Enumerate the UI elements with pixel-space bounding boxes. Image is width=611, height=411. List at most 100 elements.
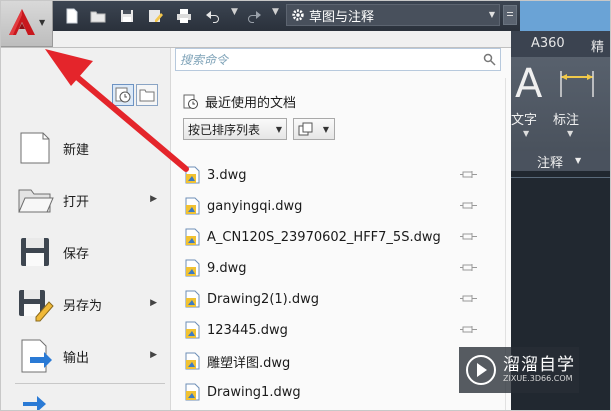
display-mode-dropdown[interactable]: ▼ <box>293 118 335 140</box>
recent-documents-button[interactable] <box>112 84 134 106</box>
chevron-down-icon: ▼ <box>322 125 329 134</box>
dwg-file-icon <box>185 228 200 246</box>
text-tool-icon[interactable]: A <box>515 61 542 107</box>
pin-icon[interactable] <box>460 170 478 179</box>
document-view-toggles <box>112 84 158 106</box>
submenu-arrow-icon: ▶ <box>150 194 157 204</box>
dimension-tool-label[interactable]: 标注 <box>553 109 579 128</box>
list-item[interactable]: A_CN120S_23970602_HFF7_5S.dwg <box>183 224 483 250</box>
text-tool-label[interactable]: 文字 <box>511 109 537 128</box>
recent-clock-icon <box>115 87 131 103</box>
search-icon[interactable] <box>483 53 496 66</box>
save-as-icon[interactable] <box>146 7 164 24</box>
chevron-down-icon: ▼ <box>275 125 282 134</box>
list-item[interactable]: ganyingqi.dwg <box>183 193 483 219</box>
dwg-file-icon <box>185 290 200 308</box>
gear-icon <box>291 8 305 22</box>
tab-a360[interactable]: A360 <box>531 36 565 51</box>
list-item[interactable]: 9.dwg <box>183 255 483 281</box>
list-item[interactable]: 123445.dwg <box>183 317 483 343</box>
file-name: 3.dwg <box>207 167 247 183</box>
autocad-window: ▼ ▼ 草图与注释 ▼ ▼ A360 精 A 文字 ▼ 标注 ▼ 注释 ▼ 新建… <box>0 0 611 411</box>
pin-icon[interactable] <box>460 201 478 210</box>
tab-partial[interactable]: 精 <box>591 36 604 55</box>
file-name: 9.dwg <box>207 260 247 276</box>
dwg-file-icon <box>185 383 200 401</box>
undo-icon[interactable] <box>204 7 222 24</box>
file-name: A_CN120S_23970602_HFF7_5S.dwg <box>207 229 441 245</box>
open-documents-button[interactable] <box>136 84 158 106</box>
customize-toolbar-button[interactable] <box>503 5 517 25</box>
canvas-ruler <box>511 177 610 178</box>
recent-documents-header: 最近使用的文档 <box>183 92 296 111</box>
open-icon[interactable] <box>89 7 107 24</box>
chevron-down-icon: ▼ <box>488 10 495 19</box>
publish-icon[interactable] <box>17 392 47 411</box>
command-export[interactable]: 输出 ▶ <box>15 334 165 378</box>
recent-documents-title: 最近使用的文档 <box>205 96 297 111</box>
application-menu: 新建 打开 ▶ 保存 另存为 ▶ 输出 ▶ 搜索命令 最近使用的文档 按已排序列… <box>1 47 511 411</box>
save-icon[interactable] <box>118 7 136 24</box>
redo-dropdown-icon[interactable]: ▼ <box>272 7 279 17</box>
search-input[interactable]: 搜索命令 <box>175 48 501 71</box>
command-save-as[interactable]: 另存为 ▶ <box>15 282 165 326</box>
save-disk-icon <box>15 232 55 272</box>
title-bar <box>520 1 610 31</box>
export-arrow-icon <box>15 336 55 376</box>
list-item[interactable]: Drawing2(1).dwg <box>183 286 483 312</box>
list-item[interactable]: Drawing1.dwg <box>183 379 483 405</box>
open-folder-icon <box>15 180 55 220</box>
file-name: ganyingqi.dwg <box>207 198 303 214</box>
new-icon[interactable] <box>63 7 81 24</box>
command-label: 打开 <box>63 194 90 210</box>
view-mode-icon <box>298 122 313 136</box>
ribbon-tab-bar: A360 精 <box>511 31 610 57</box>
file-name: 雕塑详图.dwg <box>207 355 291 371</box>
file-name: Drawing1.dwg <box>207 384 301 400</box>
command-open[interactable]: 打开 ▶ <box>15 178 165 222</box>
command-label: 保存 <box>63 246 90 262</box>
quick-access-toolbar: ▼ ▼ 草图与注释 ▼ <box>1 1 610 31</box>
folder-icon <box>139 89 155 102</box>
pin-icon[interactable] <box>460 263 478 272</box>
undo-dropdown-icon[interactable]: ▼ <box>231 7 238 17</box>
watermark-subtitle: ZIXUE.3D66.COM <box>503 374 573 383</box>
application-menu-button[interactable]: ▼ <box>1 1 53 47</box>
pin-icon[interactable] <box>460 325 478 334</box>
command-label: 另存为 <box>63 298 103 314</box>
new-document-icon <box>15 128 55 168</box>
command-save[interactable]: 保存 <box>15 230 165 274</box>
command-new[interactable]: 新建 <box>15 126 165 170</box>
dwg-file-icon <box>185 352 200 370</box>
workspace-switcher[interactable]: 草图与注释 ▼ <box>286 4 500 26</box>
autocad-logo-icon <box>9 9 35 35</box>
sort-order-dropdown[interactable]: 按已排序列表 ▼ <box>183 118 287 140</box>
list-item[interactable]: 3.dwg <box>183 162 483 188</box>
dwg-file-icon <box>185 197 200 215</box>
watermark-logo-icon <box>466 355 496 385</box>
recent-clock-icon <box>183 94 198 109</box>
chevron-down-icon: ▼ <box>39 18 46 27</box>
pin-icon[interactable] <box>460 294 478 303</box>
file-name: Drawing2(1).dwg <box>207 291 320 307</box>
panel-footer[interactable]: 注释 ▼ <box>511 151 610 171</box>
workspace-label: 草图与注释 <box>309 9 375 25</box>
list-item[interactable]: 雕塑详图.dwg <box>183 348 483 374</box>
chevron-down-icon: ▼ <box>567 129 574 138</box>
chevron-down-icon: ▼ <box>523 129 530 138</box>
save-as-pencil-icon <box>15 284 55 324</box>
search-placeholder: 搜索命令 <box>180 53 229 67</box>
command-divider <box>15 383 165 384</box>
dwg-file-icon <box>185 166 200 184</box>
redo-icon[interactable] <box>245 7 263 24</box>
dimension-icon[interactable] <box>557 67 597 101</box>
watermark-title: 溜溜自学 <box>503 355 575 375</box>
file-name: 123445.dwg <box>207 322 288 338</box>
pin-icon[interactable] <box>460 232 478 241</box>
watermark: 溜溜自学 ZIXUE.3D66.COM <box>459 347 579 393</box>
command-list: 新建 打开 ▶ 保存 另存为 ▶ 输出 ▶ <box>1 48 171 411</box>
submenu-arrow-icon: ▶ <box>150 298 157 308</box>
print-icon[interactable] <box>175 7 193 24</box>
dwg-file-icon <box>185 321 200 339</box>
annotation-panel: A 文字 ▼ 标注 ▼ <box>511 57 610 151</box>
